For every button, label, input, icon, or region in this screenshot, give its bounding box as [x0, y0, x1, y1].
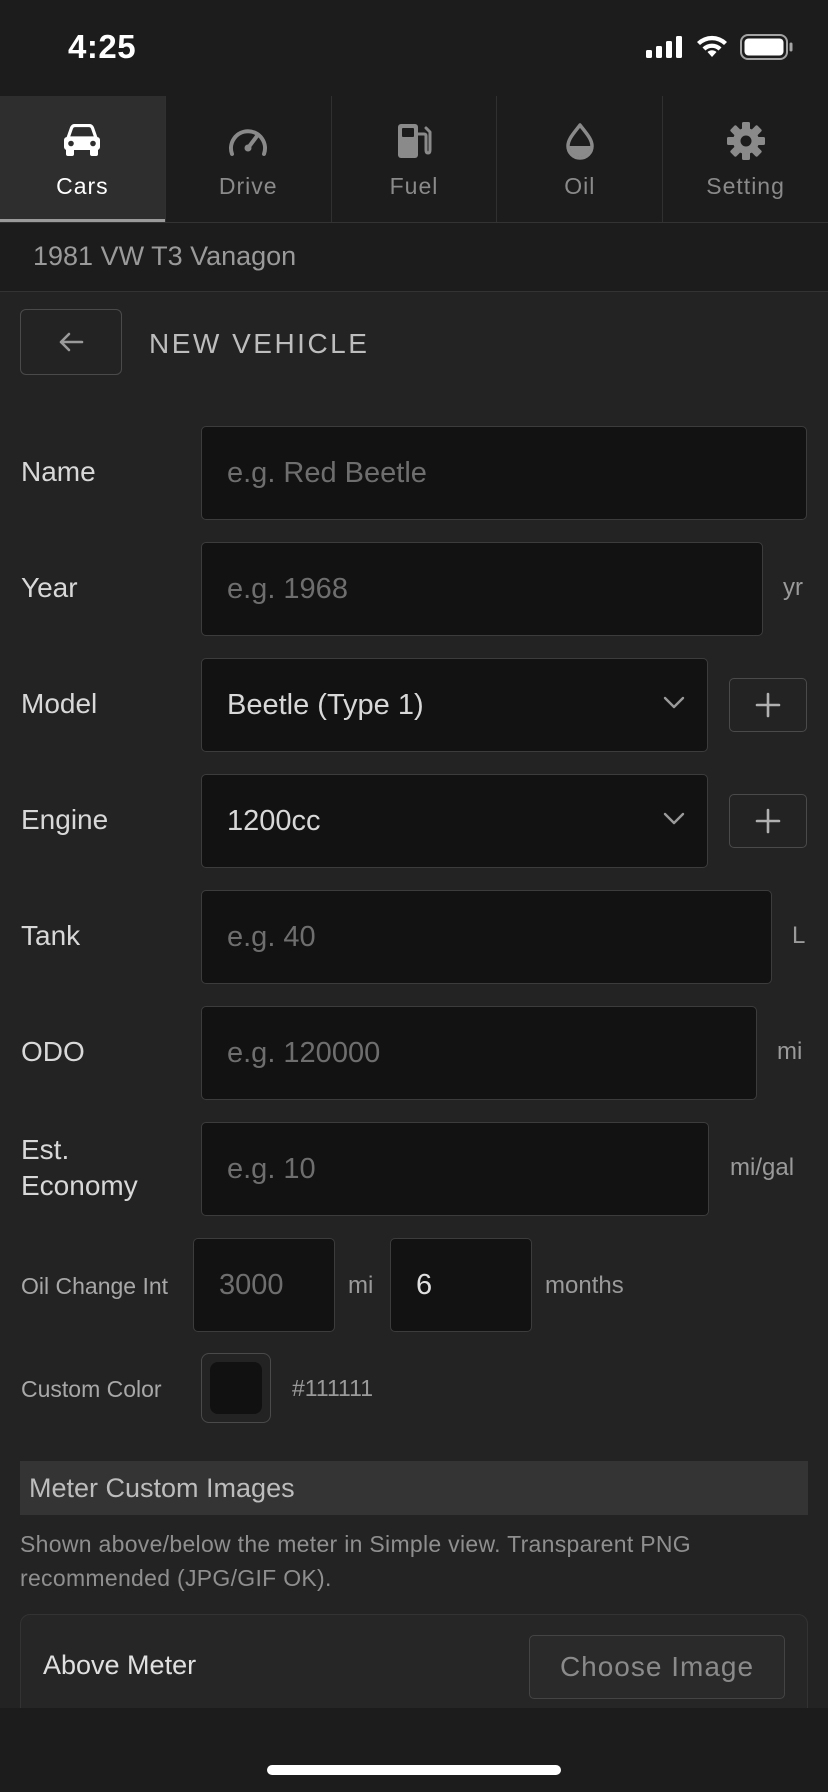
tab-cars[interactable]: Cars — [0, 96, 166, 222]
new-vehicle-form: NEW VEHICLE Name Year yr Model Beetle (T… — [0, 292, 828, 1708]
year-field[interactable] — [201, 542, 763, 636]
oil-change-months-field[interactable] — [390, 1238, 532, 1332]
gear-icon — [724, 119, 768, 163]
tank-unit: L — [792, 922, 806, 949]
signal-icon — [646, 36, 682, 58]
economy-label: Est. Economy — [21, 1132, 138, 1205]
meter-images-section-header: Meter Custom Images — [20, 1461, 808, 1515]
current-vehicle-bar: 1981 VW T3 Vanagon — [0, 223, 828, 292]
oil-change-months-unit: months — [545, 1272, 624, 1299]
tab-oil[interactable]: Oil — [497, 96, 664, 222]
fuel-pump-icon — [392, 119, 436, 163]
chevron-down-icon — [663, 696, 685, 709]
page-title: NEW VEHICLE — [149, 328, 370, 359]
arrow-left-icon — [59, 332, 84, 352]
meter-images-description: Shown above/below the meter in Simple vi… — [20, 1531, 691, 1591]
model-label: Model — [21, 688, 98, 719]
tab-label: Fuel — [389, 172, 439, 199]
name-label: Name — [21, 456, 96, 487]
odo-label: ODO — [21, 1036, 85, 1067]
main-tab-bar: Cars Drive Fuel Oil Setting — [0, 96, 828, 223]
year-unit: yr — [783, 574, 803, 601]
custom-color-picker[interactable] — [201, 1353, 271, 1423]
engine-selected-value: 1200cc — [227, 804, 321, 837]
economy-unit: mi/gal — [730, 1154, 795, 1181]
name-input[interactable] — [227, 456, 806, 490]
tab-label: Setting — [706, 172, 785, 199]
year-label: Year — [21, 572, 78, 603]
home-indicator — [267, 1765, 561, 1775]
home-indicator-area — [0, 1708, 828, 1792]
above-meter-label: Above Meter — [43, 1650, 197, 1680]
speedometer-icon — [226, 119, 270, 163]
add-engine-button[interactable] — [729, 794, 807, 848]
tab-setting[interactable]: Setting — [663, 96, 828, 222]
economy-label-line2: Economy — [21, 1170, 138, 1202]
car-icon — [60, 119, 104, 163]
plus-icon — [755, 808, 781, 834]
oil-change-distance-unit: mi — [348, 1272, 374, 1299]
status-icons — [646, 34, 794, 60]
economy-label-line1: Est. — [21, 1134, 70, 1165]
oil-change-months-input[interactable] — [416, 1268, 531, 1302]
tank-label: Tank — [21, 920, 81, 951]
odo-field[interactable] — [201, 1006, 757, 1100]
section-title: Meter Custom Images — [29, 1473, 295, 1503]
tank-field[interactable] — [201, 890, 772, 984]
tank-input[interactable] — [227, 920, 771, 954]
oil-drop-icon — [558, 119, 602, 163]
choose-image-button[interactable]: Choose Image — [529, 1635, 785, 1699]
color-swatch — [210, 1362, 262, 1414]
add-model-button[interactable] — [729, 678, 807, 732]
odo-input[interactable] — [227, 1036, 756, 1070]
status-time: 4:25 — [68, 28, 137, 65]
odo-unit: mi — [777, 1038, 803, 1065]
economy-input[interactable] — [227, 1152, 708, 1186]
model-selected-value: Beetle (Type 1) — [227, 688, 424, 721]
oil-change-distance-input[interactable] — [219, 1268, 334, 1302]
custom-color-label: Custom Color — [21, 1376, 162, 1402]
year-input[interactable] — [227, 572, 762, 606]
economy-field[interactable] — [201, 1122, 709, 1216]
tab-drive[interactable]: Drive — [166, 96, 332, 222]
model-select[interactable]: Beetle (Type 1) — [201, 658, 708, 752]
custom-color-value: #111111 — [292, 1375, 374, 1401]
tab-label: Drive — [218, 172, 278, 199]
battery-icon — [740, 34, 793, 60]
tab-label: Oil — [564, 172, 596, 199]
back-button[interactable] — [20, 309, 122, 375]
tab-fuel[interactable]: Fuel — [332, 96, 498, 222]
oil-change-label: Oil Change Int — [21, 1273, 169, 1299]
chevron-down-icon — [663, 812, 685, 825]
plus-icon — [755, 692, 781, 718]
name-field[interactable] — [201, 426, 807, 520]
above-meter-card: Above Meter Choose Image — [20, 1614, 808, 1708]
wifi-icon — [697, 35, 727, 57]
oil-change-distance-field[interactable] — [193, 1238, 335, 1332]
status-bar: 4:25 — [0, 0, 828, 96]
tab-label: Cars — [56, 172, 109, 199]
current-vehicle-name: 1981 VW T3 Vanagon — [33, 241, 297, 271]
engine-select[interactable]: 1200cc — [201, 774, 708, 868]
engine-label: Engine — [21, 804, 109, 835]
